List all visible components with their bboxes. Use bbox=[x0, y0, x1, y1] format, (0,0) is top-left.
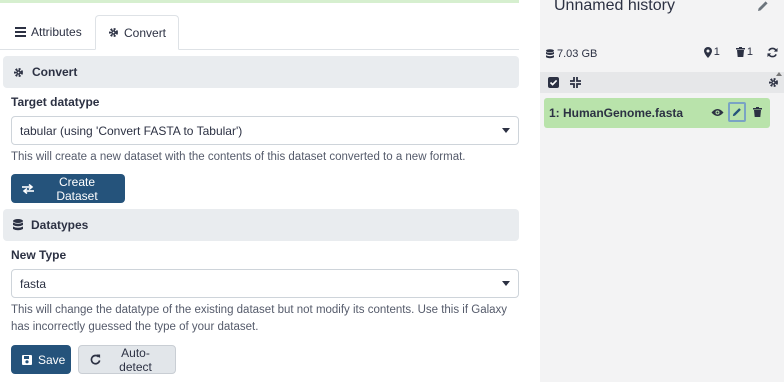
datatypes-section-header[interactable]: Datatypes bbox=[3, 209, 519, 241]
dataset-item[interactable]: 1: HumanGenome.fasta bbox=[544, 98, 770, 128]
shown-datasets-filter[interactable]: 1 bbox=[703, 46, 720, 58]
gear-icon bbox=[13, 67, 24, 78]
floppy-disk-icon bbox=[22, 354, 32, 365]
delete-trash-icon[interactable] bbox=[748, 102, 766, 122]
auto-detect-button[interactable]: Auto-detect bbox=[78, 345, 176, 374]
new-type-label: New Type bbox=[11, 248, 67, 262]
edit-pencil-icon[interactable] bbox=[728, 102, 746, 122]
shown-count: 1 bbox=[713, 46, 720, 58]
edit-dataset-panel: Attributes Convert Convert Target dataty… bbox=[0, 0, 530, 382]
datatypes-section-title: Datatypes bbox=[31, 218, 89, 232]
auto-detect-label: Auto-detect bbox=[119, 345, 152, 374]
history-panel: Unnamed history 7.03 GB 1 1 1: HumanGeno… bbox=[540, 0, 784, 382]
scroll-up-arrow-icon[interactable] bbox=[776, 72, 782, 76]
database-icon bbox=[13, 219, 23, 231]
target-datatype-select[interactable]: tabular (using 'Convert FASTA to Tabular… bbox=[11, 116, 519, 145]
create-dataset-button[interactable]: Create Dataset bbox=[11, 174, 125, 203]
save-label: Save bbox=[38, 352, 66, 367]
dataset-actions bbox=[708, 102, 766, 122]
tab-attributes-label: Attributes bbox=[31, 25, 82, 39]
exchange-icon bbox=[22, 183, 34, 194]
tab-convert[interactable]: Convert bbox=[95, 15, 179, 50]
database-icon bbox=[546, 49, 554, 59]
tab-bar: Attributes Convert bbox=[0, 15, 519, 50]
success-banner-edge bbox=[0, 0, 519, 3]
select-all-checkbox-icon[interactable] bbox=[548, 77, 559, 88]
history-scrollbar[interactable] bbox=[774, 70, 784, 382]
new-type-select[interactable]: fasta bbox=[11, 269, 519, 298]
collapse-all-icon[interactable] bbox=[570, 77, 581, 88]
history-counters: 1 1 bbox=[703, 46, 778, 58]
datatypes-help-line-2: has incorrectly guessed the type of your… bbox=[11, 321, 259, 333]
target-datatype-value: tabular (using 'Convert FASTA to Tabular… bbox=[20, 123, 243, 138]
deleted-count: 1 bbox=[746, 46, 753, 58]
datatypes-help-line-1: This will change the datatype of the exi… bbox=[11, 304, 508, 316]
target-datatype-label: Target datatype bbox=[11, 95, 100, 109]
history-stats: 7.03 GB 1 1 bbox=[546, 46, 778, 62]
caret-down-icon bbox=[502, 128, 510, 133]
gear-icon bbox=[108, 27, 119, 38]
tab-convert-label: Convert bbox=[124, 25, 167, 40]
caret-down-icon bbox=[502, 281, 510, 286]
eye-icon[interactable] bbox=[708, 102, 726, 122]
history-name[interactable]: Unnamed history bbox=[554, 0, 675, 15]
trash-icon bbox=[735, 47, 745, 57]
history-toolbar bbox=[540, 72, 784, 93]
new-type-value: fasta bbox=[20, 276, 47, 291]
bars-icon bbox=[15, 27, 26, 37]
convert-help-text: This will create a new dataset with the … bbox=[11, 151, 466, 163]
edit-history-pencil-icon[interactable] bbox=[757, 0, 769, 12]
refresh-icon[interactable] bbox=[767, 47, 778, 58]
convert-section-title: Convert bbox=[32, 65, 78, 79]
tab-attributes[interactable]: Attributes bbox=[3, 15, 94, 49]
history-size[interactable]: 7.03 GB bbox=[546, 48, 597, 60]
dataset-title: 1: HumanGenome.fasta bbox=[549, 106, 684, 120]
deleted-datasets-filter[interactable]: 1 bbox=[735, 46, 753, 58]
convert-section-header[interactable]: Convert bbox=[3, 56, 519, 88]
save-button[interactable]: Save bbox=[11, 345, 71, 374]
create-dataset-label: Create Dataset bbox=[56, 174, 98, 203]
history-size-value: 7.03 GB bbox=[557, 48, 598, 60]
map-marker-icon bbox=[703, 46, 712, 58]
redo-icon bbox=[90, 354, 101, 365]
